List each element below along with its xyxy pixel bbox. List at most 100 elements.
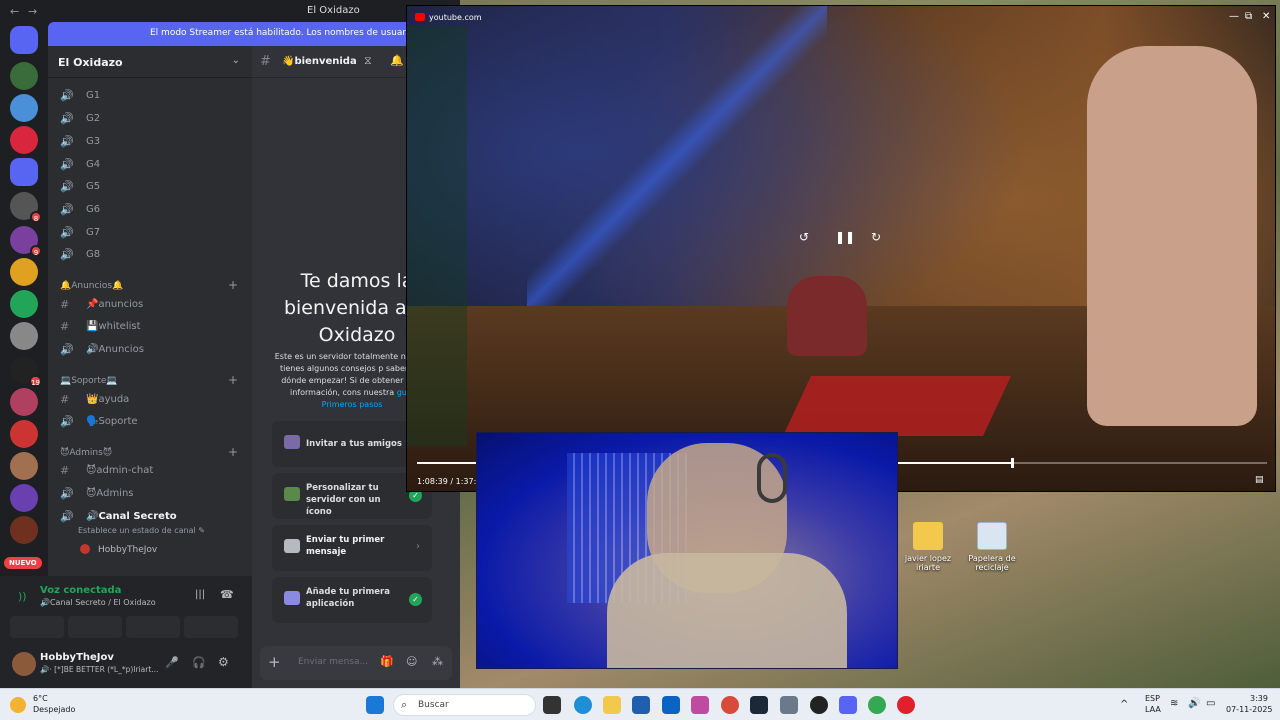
volume-icon[interactable]: 🔊: [1188, 698, 1200, 709]
desktop-folder[interactable]: javier lopez iriarte: [893, 522, 963, 572]
rewind-icon[interactable]: ↺: [799, 230, 809, 244]
apps-icon[interactable]: ⁂: [432, 655, 443, 668]
close-icon[interactable]: ✕: [1262, 11, 1270, 22]
voice-location[interactable]: 🔊Canal Secreto / El Oxidazo: [40, 598, 156, 607]
settings-icon[interactable]: [780, 696, 798, 714]
weather-icon[interactable]: [10, 697, 26, 713]
disconnect-icon[interactable]: ☎: [220, 588, 234, 601]
voice-member-name[interactable]: HobbyTheJov: [98, 545, 157, 555]
app-icon[interactable]: [721, 696, 739, 714]
voice-channel-g8[interactable]: 🔊 G8: [56, 245, 244, 265]
pause-icon[interactable]: ❚❚: [835, 230, 855, 244]
text-channel-admin-chat[interactable]: # 😈admin-chat: [56, 461, 244, 481]
category-anuncios[interactable]: 🔔Anuncios🔔: [60, 281, 123, 291]
app-icon[interactable]: [810, 696, 828, 714]
soundboard-button[interactable]: [184, 616, 238, 638]
server-icon[interactable]: [10, 484, 38, 512]
wifi-icon[interactable]: ≋: [1170, 698, 1178, 709]
voice-channel-canal-secreto[interactable]: 🔊 🔊Canal Secreto: [56, 507, 244, 527]
text-channel-whitelist[interactable]: # 💾whitelist: [56, 317, 244, 337]
discord-icon[interactable]: [839, 696, 857, 714]
chrome-icon[interactable]: [868, 696, 886, 714]
server-icon[interactable]: [10, 94, 38, 122]
youtube-popup-window[interactable]: youtube.com — ⧉ ✕ ↺ ❚❚ ↻ 1:08:39 / 1:37:…: [406, 5, 1276, 492]
voice-channel-soporte[interactable]: 🔊 🗣️Soporte: [56, 412, 244, 432]
server-icon[interactable]: [10, 126, 38, 154]
gift-icon[interactable]: 🎁: [380, 655, 394, 668]
weather-desc[interactable]: Despejado: [33, 705, 75, 714]
keyboard-layout[interactable]: LAA: [1145, 705, 1161, 714]
server-icon[interactable]: [10, 322, 38, 350]
input-language[interactable]: ESP: [1145, 694, 1160, 703]
screen-share-button[interactable]: [68, 616, 122, 638]
voice-channel-g5[interactable]: 🔊 G5: [56, 177, 244, 197]
noise-suppression-icon[interactable]: |||: [195, 589, 205, 600]
server-icon[interactable]: 9: [10, 226, 42, 257]
gear-icon[interactable]: ⚙: [218, 655, 229, 669]
search-input[interactable]: Buscar: [418, 700, 449, 710]
voice-channel-g4[interactable]: 🔊 G4: [56, 155, 244, 175]
minimize-icon[interactable]: —: [1229, 11, 1239, 22]
server-icon[interactable]: [10, 258, 38, 286]
voice-channel-anuncios[interactable]: 🔊 🔊Anuncios: [56, 340, 244, 360]
search-box[interactable]: ⌕ Buscar: [393, 694, 536, 716]
store-icon[interactable]: [632, 696, 650, 714]
server-folder-icon[interactable]: [10, 158, 38, 186]
first-message-card[interactable]: Enviar tu primer mensaje ›: [272, 525, 432, 571]
server-header[interactable]: El Oxidazo ⌄: [48, 46, 252, 78]
add-app-card[interactable]: Añade tu primera aplicación ✓: [272, 577, 432, 623]
start-icon[interactable]: [366, 696, 384, 714]
add-channel-icon[interactable]: +: [228, 373, 238, 387]
clock-time[interactable]: 3:39: [1250, 694, 1268, 703]
voice-channel-admins[interactable]: 🔊 😈Admins: [56, 484, 244, 504]
add-channel-icon[interactable]: +: [228, 445, 238, 459]
clock-date[interactable]: 07-11-2025: [1226, 705, 1273, 714]
microphone-icon[interactable]: 🎤: [165, 656, 179, 669]
avatar[interactable]: [12, 652, 36, 676]
back-button[interactable]: ←: [10, 5, 19, 18]
forward-button[interactable]: →: [28, 5, 37, 18]
progress-handle[interactable]: [1011, 458, 1014, 468]
server-icon[interactable]: [10, 452, 38, 480]
voice-channel-g6[interactable]: 🔊 G6: [56, 200, 244, 220]
server-icon[interactable]: [10, 290, 38, 318]
discord-home-icon[interactable]: [10, 26, 38, 54]
battery-icon[interactable]: ▭: [1206, 698, 1215, 709]
voice-status[interactable]: Voz conectada: [40, 585, 121, 596]
task-view-icon[interactable]: [543, 696, 561, 714]
restore-icon[interactable]: ⧉: [1245, 11, 1252, 22]
captions-icon[interactable]: ▤: [1255, 475, 1264, 485]
server-icon[interactable]: 19: [10, 356, 42, 387]
category-admins[interactable]: 😈Admins😈: [60, 448, 112, 458]
voice-channel-g1[interactable]: 🔊 G1: [56, 86, 244, 106]
server-icon[interactable]: [10, 62, 38, 90]
voice-channel-g7[interactable]: 🔊 G7: [56, 223, 244, 243]
steam-icon[interactable]: [750, 696, 768, 714]
bell-icon[interactable]: 🔔: [390, 54, 404, 67]
emoji-icon[interactable]: ☺: [406, 655, 417, 668]
file-explorer-icon[interactable]: [603, 696, 621, 714]
desktop-recycle-bin[interactable]: Papelera de reciclaje: [957, 522, 1027, 572]
activities-button[interactable]: [126, 616, 180, 638]
voice-channel-g3[interactable]: 🔊 G3: [56, 132, 244, 152]
copilot-icon[interactable]: [691, 696, 709, 714]
text-channel-anuncios[interactable]: # 📌anuncios: [56, 295, 244, 315]
add-channel-icon[interactable]: +: [228, 278, 238, 292]
user-name[interactable]: HobbyTheJov: [40, 652, 114, 663]
plus-icon[interactable]: +: [268, 653, 281, 671]
camera-button[interactable]: [10, 616, 64, 638]
headphones-icon[interactable]: 🎧: [192, 656, 206, 669]
forward-icon[interactable]: ↻: [871, 230, 881, 244]
server-icon[interactable]: [10, 420, 38, 448]
threads-icon[interactable]: ⧖: [364, 54, 372, 68]
voice-channel-g2[interactable]: 🔊 G2: [56, 109, 244, 129]
server-icon[interactable]: [10, 388, 38, 416]
opera-icon[interactable]: [897, 696, 915, 714]
message-input[interactable]: Enviar mensa...: [298, 657, 368, 667]
server-icon[interactable]: [10, 516, 38, 544]
weather-temp[interactable]: 6°C: [33, 694, 48, 703]
channel-status-hint[interactable]: Establece un estado de canal ✎: [78, 526, 205, 535]
edge-icon[interactable]: [574, 696, 592, 714]
server-icon[interactable]: 8: [10, 192, 42, 223]
category-soporte[interactable]: 💻Soporte💻: [60, 376, 118, 386]
